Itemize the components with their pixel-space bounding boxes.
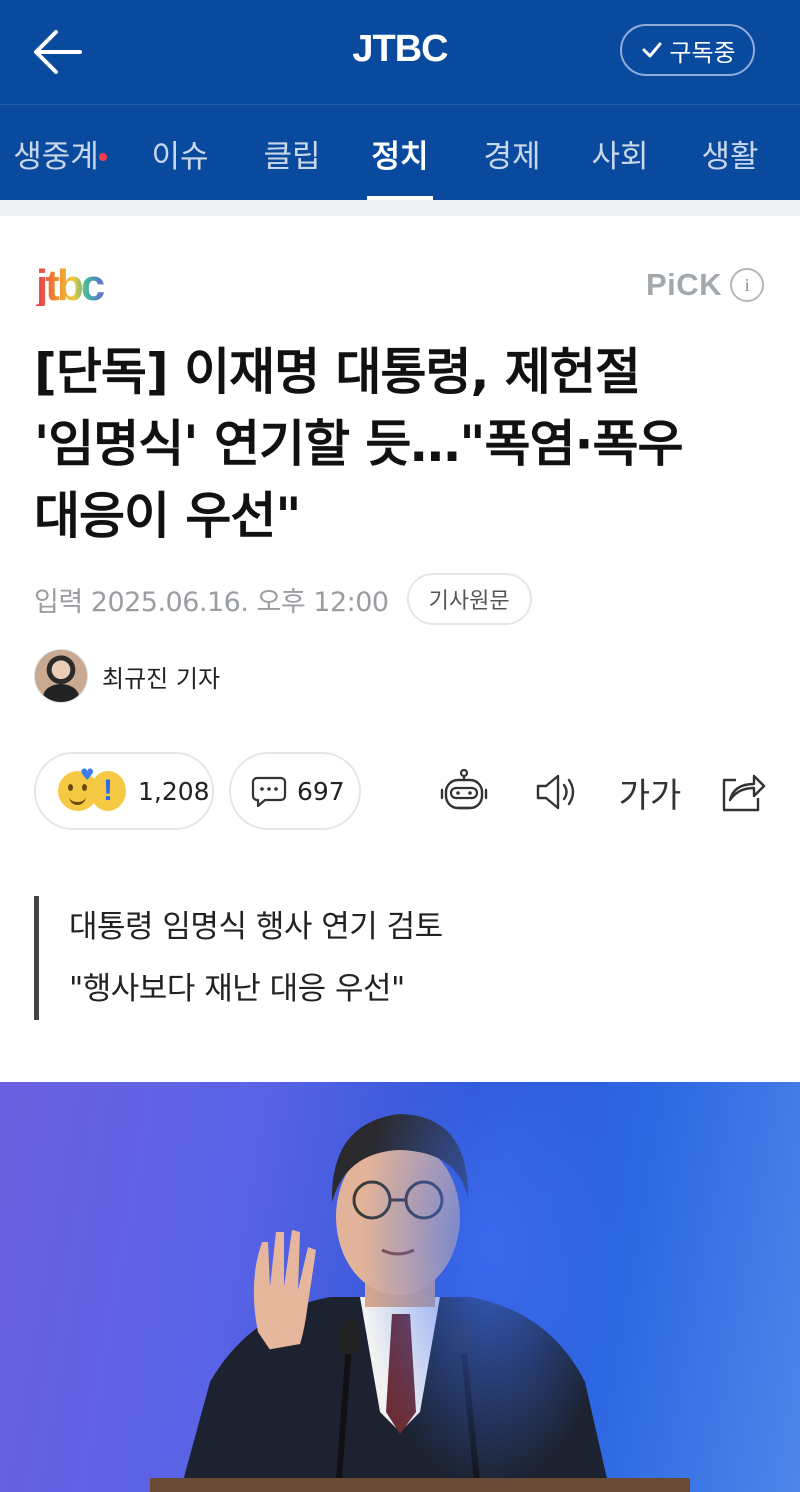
font-size-label: 가가 xyxy=(618,775,682,816)
article-photo[interactable] xyxy=(0,1082,800,1492)
pick-label: PiCK xyxy=(646,267,723,302)
comment-count: 697 xyxy=(297,776,345,806)
comment-icon xyxy=(251,776,287,808)
reporter-avatar xyxy=(34,649,88,703)
check-icon xyxy=(642,42,662,58)
press-logo-text: jtbc xyxy=(36,262,105,306)
subscribe-button[interactable]: 구독중 xyxy=(620,24,755,76)
tab-label: 생활 xyxy=(701,138,759,175)
reporter[interactable]: 최규진 기자 xyxy=(34,648,220,704)
top-bar: JTBC 구독중 xyxy=(0,0,800,104)
read-aloud-button[interactable] xyxy=(528,764,584,820)
robot-icon xyxy=(440,768,488,810)
tab-issue[interactable]: 이슈 xyxy=(140,105,220,201)
live-indicator xyxy=(98,152,107,161)
press-logo[interactable]: jtbc xyxy=(35,261,126,310)
tab-label: 경제 xyxy=(483,138,541,175)
info-icon[interactable]: i xyxy=(730,268,765,302)
tab-label: 이슈 xyxy=(151,138,209,175)
tab-politics[interactable]: 정치 xyxy=(367,105,433,201)
article-actions: ♥ ! 1,208 697 가가 xyxy=(34,752,774,830)
reaction-button[interactable]: ♥ ! 1,208 xyxy=(34,752,214,830)
summary-line: 대통령 임명식 행사 연기 검토 xyxy=(69,909,443,945)
publish-date: 입력 2025.06.16. 오후 12:00 xyxy=(34,586,389,618)
tab-life[interactable]: 생활 xyxy=(690,105,770,201)
back-button[interactable] xyxy=(28,24,88,80)
article-meta: 입력 2025.06.16. 오후 12:00 기사원문 xyxy=(34,573,532,625)
share-icon xyxy=(722,774,766,812)
tab-label: 정치 xyxy=(371,138,429,175)
tab-live[interactable]: 생중계 xyxy=(10,105,107,201)
reporter-name: 최규진 기자 xyxy=(102,664,221,693)
pick-badge[interactable]: PiCK i xyxy=(646,265,765,305)
tab-economy[interactable]: 경제 xyxy=(472,105,552,201)
article-summary: 대통령 임명식 행사 연기 검토 "행사보다 재난 대응 우선" xyxy=(34,896,734,1020)
summary-line: "행사보다 재난 대응 우선" xyxy=(69,971,405,1007)
original-article-button[interactable]: 기사원문 xyxy=(406,573,532,625)
reaction-count: 1,208 xyxy=(138,776,210,806)
tab-label: 생중계 xyxy=(13,131,107,176)
font-size-button[interactable]: 가가 xyxy=(616,764,684,820)
tab-label: 사회 xyxy=(591,138,649,175)
tab-label: 클립 xyxy=(263,138,321,175)
share-button[interactable] xyxy=(714,764,770,820)
category-tabs: 생중계 이슈 클립 정치 경제 사회 생활 xyxy=(0,104,800,201)
comment-button[interactable]: 697 xyxy=(229,752,361,830)
summary-bot-button[interactable] xyxy=(436,764,492,820)
back-arrow-icon xyxy=(34,30,82,74)
tab-society[interactable]: 사회 xyxy=(580,105,660,201)
reaction-emoji-icon: ♥ ! xyxy=(58,765,128,813)
subscribe-label: 구독중 xyxy=(669,38,736,67)
tab-clip[interactable]: 클립 xyxy=(252,105,332,201)
divider xyxy=(0,200,800,216)
article-headline: [단독] 이재명 대통령, 제헌절 '임명식' 연기할 듯…"폭염·폭우 대응이… xyxy=(34,343,683,545)
speaker-icon xyxy=(536,774,575,810)
